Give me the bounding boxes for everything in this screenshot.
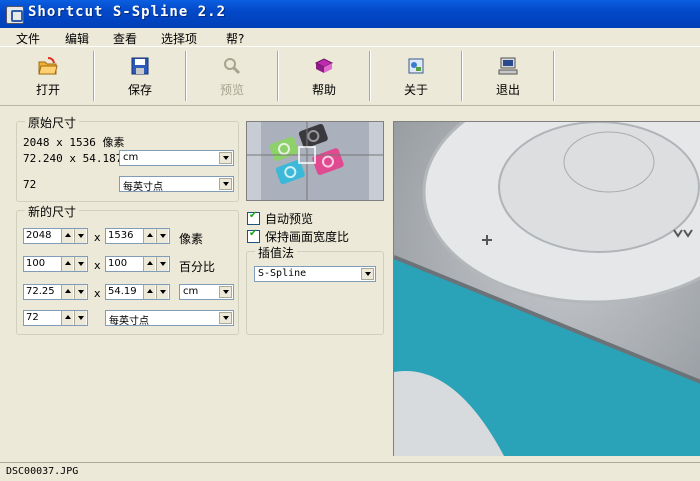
spin-up-icon[interactable] [61,229,73,243]
times-separator: x [94,287,101,300]
chevron-down-icon[interactable] [219,178,232,190]
window-title: Shortcut S-Spline 2.2 [28,4,227,20]
status-bar: DSC00037.JPG [0,462,700,481]
chevron-down-icon[interactable] [219,286,232,298]
spin-down-icon[interactable] [156,285,168,299]
preview-button[interactable]: 预览 [187,49,277,101]
new-resolution-unit-select[interactable]: 每英寸点 [105,310,234,327]
spin-up-icon[interactable] [143,229,155,243]
original-unit-select[interactable]: cm [119,150,234,166]
percent-unit-label: 百分比 [179,260,216,274]
about-label: 关于 [403,83,428,97]
spin-down-icon[interactable] [74,311,86,325]
interpolation-select[interactable]: S-Spline [254,266,376,282]
help-button[interactable]: 帮助 [279,49,369,101]
original-resolution-unit-select[interactable]: 每英寸点 [119,176,234,193]
save-label: 保存 [127,83,152,97]
preview-label: 预览 [219,83,244,97]
spin-down-icon[interactable] [156,229,168,243]
spin-down-icon[interactable] [74,257,86,271]
original-size-title: 原始尺寸 [25,114,80,131]
spin-down-icon[interactable] [74,229,86,243]
new-height-pixels-input[interactable]: 1536 [105,228,170,244]
original-dimensions: 72.240 x 54.187 [23,152,123,165]
preview-canvas[interactable] [393,121,700,456]
toolbar-separator [553,51,555,101]
menu-file[interactable]: 文件 [16,30,40,47]
new-size-title: 新的尺寸 [25,203,80,220]
toolbar: 打开 保存 预览 帮助 关于 退出 [0,46,700,106]
help-book-icon [314,58,334,73]
new-resolution-input[interactable]: 72 [23,310,88,326]
about-button[interactable]: 关于 [371,49,461,101]
new-width-pixels-input[interactable]: 2048 [23,228,88,244]
thumbnail-image [247,122,383,200]
menu-options[interactable]: 选择项 [161,30,197,47]
times-separator: x [94,231,101,244]
keep-aspect-checkbox[interactable]: 保持画面宽度比 [247,228,349,245]
floppy-save-icon [131,57,149,75]
new-width-percent-input[interactable]: 100 [23,256,88,272]
help-label: 帮助 [311,83,336,97]
checkbox-checked-icon[interactable] [247,210,260,225]
menu-bar: 文件 编辑 查看 选择项 帮? [0,28,700,46]
status-filename: DSC00037.JPG [6,466,79,477]
spin-up-icon[interactable] [143,285,155,299]
title-bar: Shortcut S-Spline 2.2 [0,0,700,28]
chevron-down-icon[interactable] [219,312,232,324]
about-icon [408,58,424,74]
original-resolution: 72 [23,178,37,191]
chevron-down-icon[interactable] [361,268,374,280]
menu-view[interactable]: 查看 [113,30,137,47]
spin-up-icon[interactable] [61,311,73,325]
checkbox-checked-icon[interactable] [247,228,260,243]
app-icon [6,6,24,24]
times-separator: x [94,259,101,272]
open-button[interactable]: 打开 [3,49,93,101]
magnifier-icon [224,58,241,75]
auto-preview-checkbox[interactable]: 自动预览 [247,210,313,227]
exit-label: 退出 [495,83,520,97]
open-folder-icon [38,57,58,75]
pixel-unit-label: 像素 [179,232,204,246]
spin-up-icon[interactable] [61,257,73,271]
new-height-percent-input[interactable]: 100 [105,256,170,272]
open-label: 打开 [35,83,60,97]
new-width-dimension-input[interactable]: 72.25 [23,284,88,300]
spin-down-icon[interactable] [156,257,168,271]
spin-down-icon[interactable] [74,285,86,299]
preview-image [394,122,700,456]
new-height-dimension-input[interactable]: 54.19 [105,284,170,300]
interpolation-title: 插值法 [255,244,298,261]
chevron-down-icon[interactable] [219,152,232,164]
interpolation-group: 插值法 S-Spline [246,244,384,335]
spin-up-icon[interactable] [143,257,155,271]
spin-up-icon[interactable] [61,285,73,299]
original-size-group: 原始尺寸 2048 x 1536 像素 72.240 x 54.187 cm 7… [16,114,239,202]
original-pixels: 2048 x 1536 像素 [23,136,125,149]
menu-edit[interactable]: 编辑 [65,30,89,47]
save-button[interactable]: 保存 [95,49,185,101]
new-size-group: 新的尺寸 2048 x 1536 像素 100 x 100 百分比 72.25 … [16,203,239,335]
exit-button[interactable]: 退出 [463,49,553,101]
navigator-thumbnail[interactable] [246,121,384,201]
menu-help[interactable]: 帮? [226,30,244,47]
exit-computer-icon [498,57,518,75]
new-dimension-unit-select[interactable]: cm [179,284,234,300]
